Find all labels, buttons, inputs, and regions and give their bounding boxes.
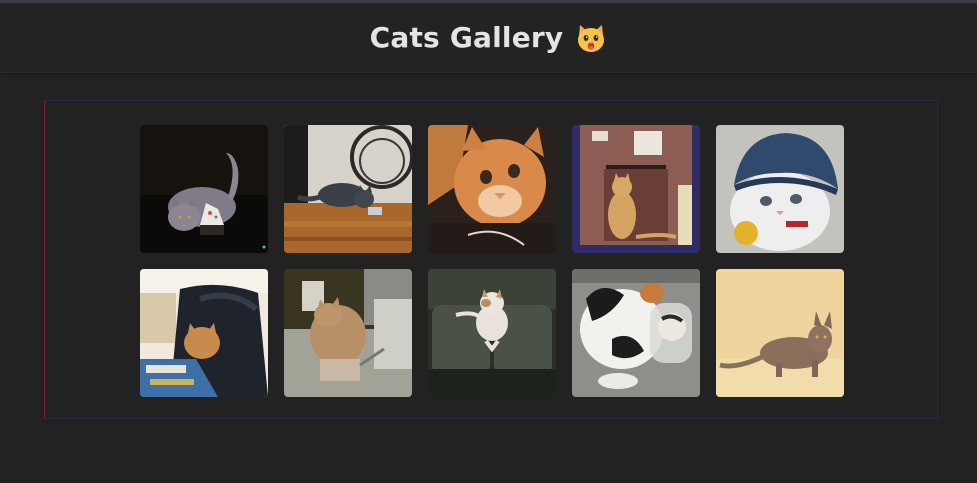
gallery-grid — [140, 125, 844, 397]
page-title-text: Cats Gallery — [369, 21, 564, 54]
cat-image-3[interactable] — [428, 125, 556, 253]
cat-image-5[interactable] — [716, 125, 844, 253]
cat-image-4[interactable] — [572, 125, 700, 253]
cat-image-1[interactable] — [140, 125, 268, 253]
cat-image-8[interactable] — [428, 269, 556, 397]
page-header: Cats Gallery — [0, 3, 977, 73]
cat-image-2[interactable] — [284, 125, 412, 253]
cat-face-icon — [575, 22, 607, 54]
cat-image-6[interactable] — [140, 269, 268, 397]
cat-image-10[interactable] — [716, 269, 844, 397]
page-title: Cats Gallery — [370, 21, 608, 54]
cat-image-7[interactable] — [284, 269, 412, 397]
cat-image-9[interactable] — [572, 269, 700, 397]
